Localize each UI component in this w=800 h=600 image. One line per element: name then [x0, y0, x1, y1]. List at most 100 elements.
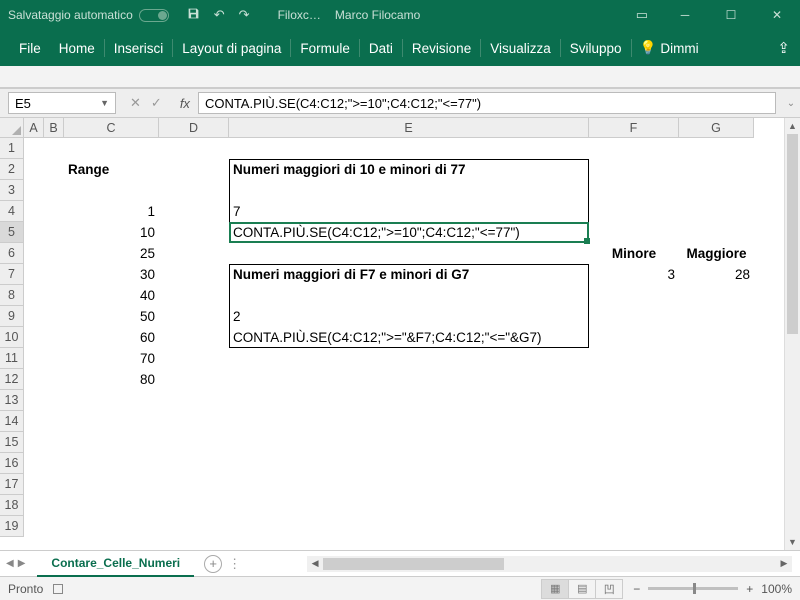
cell-C4[interactable]: 1	[64, 201, 159, 222]
save-icon[interactable]	[187, 7, 200, 23]
vertical-scrollbar[interactable]: ▲ ▼	[784, 118, 800, 550]
row-header-7[interactable]: 7	[0, 264, 24, 285]
row-header-11[interactable]: 11	[0, 348, 24, 369]
row-header-18[interactable]: 18	[0, 495, 24, 516]
scroll-left-icon[interactable]: ◀	[307, 558, 323, 569]
share-icon[interactable]: ⇪	[777, 39, 790, 57]
name-box[interactable]: E5 ▼	[8, 92, 116, 114]
row-header-9[interactable]: 9	[0, 306, 24, 327]
formula-input[interactable]: CONTA.PIÙ.SE(C4:C12;">=10";C4:C12;"<=77"…	[198, 92, 776, 114]
cell-E7[interactable]: Numeri maggiori di F7 e minori di G7	[229, 264, 589, 285]
zoom-level[interactable]: 100%	[761, 582, 792, 596]
cell-C12[interactable]: 80	[64, 369, 159, 390]
col-header-A[interactable]: A	[24, 118, 44, 138]
sheet-nav-next-icon[interactable]: ▶	[18, 558, 26, 569]
cell-C2[interactable]: Range	[64, 159, 159, 180]
row-header-5[interactable]: 5	[0, 222, 24, 243]
row-header-14[interactable]: 14	[0, 411, 24, 432]
col-header-E[interactable]: E	[229, 118, 589, 138]
close-button[interactable]: ✕	[754, 0, 800, 30]
col-header-D[interactable]: D	[159, 118, 229, 138]
row-header-2[interactable]: 2	[0, 159, 24, 180]
tab-home[interactable]: Home	[50, 30, 104, 66]
expand-formula-icon[interactable]: ⌄	[782, 98, 800, 109]
row-header-10[interactable]: 10	[0, 327, 24, 348]
cell-C6[interactable]: 25	[64, 243, 159, 264]
tab-revisione[interactable]: Revisione	[403, 30, 480, 66]
cell-F6[interactable]: Minore	[589, 243, 679, 264]
view-layout-icon[interactable]: ▤	[568, 579, 596, 599]
col-header-B[interactable]: B	[44, 118, 64, 138]
cell-E4[interactable]: 7	[229, 201, 589, 222]
tab-layout[interactable]: Layout di pagina	[173, 30, 290, 66]
row-header-3[interactable]: 3	[0, 180, 24, 201]
cell-F7[interactable]: 3	[589, 264, 679, 285]
fx-icon[interactable]: fx	[172, 96, 198, 111]
col-header-F[interactable]: F	[589, 118, 679, 138]
row-headers[interactable]: 12345678910111213141516171819	[0, 138, 24, 537]
spreadsheet-grid[interactable]: ABCDEFG 12345678910111213141516171819 Ra…	[0, 118, 800, 550]
tab-dati[interactable]: Dati	[360, 30, 402, 66]
maximize-button[interactable]: ☐	[708, 0, 754, 30]
cancel-icon[interactable]: ✕	[130, 95, 141, 111]
tell-me[interactable]: 💡 Dimmi	[640, 40, 699, 56]
row-header-8[interactable]: 8	[0, 285, 24, 306]
row-header-17[interactable]: 17	[0, 474, 24, 495]
minimize-button[interactable]: ─	[662, 0, 708, 30]
scroll-down-icon[interactable]: ▼	[785, 534, 800, 550]
cell-C8[interactable]: 40	[64, 285, 159, 306]
cell-G7[interactable]: 28	[679, 264, 754, 285]
view-normal-icon[interactable]: ▦	[541, 579, 569, 599]
scroll-right-icon[interactable]: ▶	[776, 558, 792, 569]
toggle-switch[interactable]	[139, 9, 169, 22]
scroll-up-icon[interactable]: ▲	[785, 118, 800, 134]
ribbon-display-icon[interactable]: ▭	[622, 7, 662, 23]
bulb-icon: 💡	[640, 40, 657, 56]
sheet-tab[interactable]: Contare_Celle_Numeri	[37, 551, 194, 577]
zoom-slider[interactable]	[648, 587, 738, 590]
row-header-15[interactable]: 15	[0, 432, 24, 453]
view-pagebreak-icon[interactable]: 凹	[595, 579, 623, 599]
column-headers[interactable]: ABCDEFG	[24, 118, 754, 138]
tab-visualizza[interactable]: Visualizza	[481, 30, 560, 66]
row-header-12[interactable]: 12	[0, 369, 24, 390]
horizontal-scrollbar[interactable]: ◀ ▶	[307, 556, 792, 572]
sheet-drag-handle[interactable]: ⋮	[222, 556, 247, 572]
cells-area[interactable]: Range 11025304050607080 Numeri maggiori di…	[24, 138, 784, 550]
cell-E10[interactable]: CONTA.PIÙ.SE(C4:C12;">="&F7;C4:C12;"<="&…	[229, 327, 589, 348]
undo-icon[interactable]: ↶	[214, 7, 225, 23]
hscroll-thumb[interactable]	[323, 558, 504, 570]
row-header-13[interactable]: 13	[0, 390, 24, 411]
redo-icon[interactable]: ↷	[239, 7, 250, 23]
row-header-16[interactable]: 16	[0, 453, 24, 474]
cell-C10[interactable]: 60	[64, 327, 159, 348]
zoom-out-button[interactable]: −	[633, 582, 640, 596]
cell-E2[interactable]: Numeri maggiori di 10 e minori di 77	[229, 159, 589, 180]
col-header-C[interactable]: C	[64, 118, 159, 138]
cell-C7[interactable]: 30	[64, 264, 159, 285]
cell-G6[interactable]: Maggiore	[679, 243, 754, 264]
macro-record-icon[interactable]	[53, 584, 63, 594]
col-header-G[interactable]: G	[679, 118, 754, 138]
cell-C5[interactable]: 10	[64, 222, 159, 243]
cell-C11[interactable]: 70	[64, 348, 159, 369]
cell-E9[interactable]: 2	[229, 306, 589, 327]
scroll-thumb[interactable]	[787, 134, 798, 334]
row-header-4[interactable]: 4	[0, 201, 24, 222]
zoom-in-button[interactable]: +	[746, 582, 753, 596]
tab-file[interactable]: File	[10, 30, 50, 66]
chevron-down-icon[interactable]: ▼	[100, 98, 109, 108]
row-header-19[interactable]: 19	[0, 516, 24, 537]
tab-inserisci[interactable]: Inserisci	[105, 30, 173, 66]
autosave-toggle[interactable]: Salvataggio automatico	[0, 8, 169, 22]
cell-C9[interactable]: 50	[64, 306, 159, 327]
enter-icon[interactable]: ✓	[151, 95, 162, 111]
sheet-nav-prev-icon[interactable]: ◀	[6, 558, 14, 569]
select-all-corner[interactable]	[0, 118, 24, 138]
row-header-1[interactable]: 1	[0, 138, 24, 159]
cell-E5[interactable]: CONTA.PIÙ.SE(C4:C12;">=10";C4:C12;"<=77"…	[229, 222, 589, 243]
add-sheet-button[interactable]: +	[204, 555, 222, 573]
row-header-6[interactable]: 6	[0, 243, 24, 264]
tab-formule[interactable]: Formule	[291, 30, 359, 66]
tab-sviluppo[interactable]: Sviluppo	[561, 30, 631, 66]
